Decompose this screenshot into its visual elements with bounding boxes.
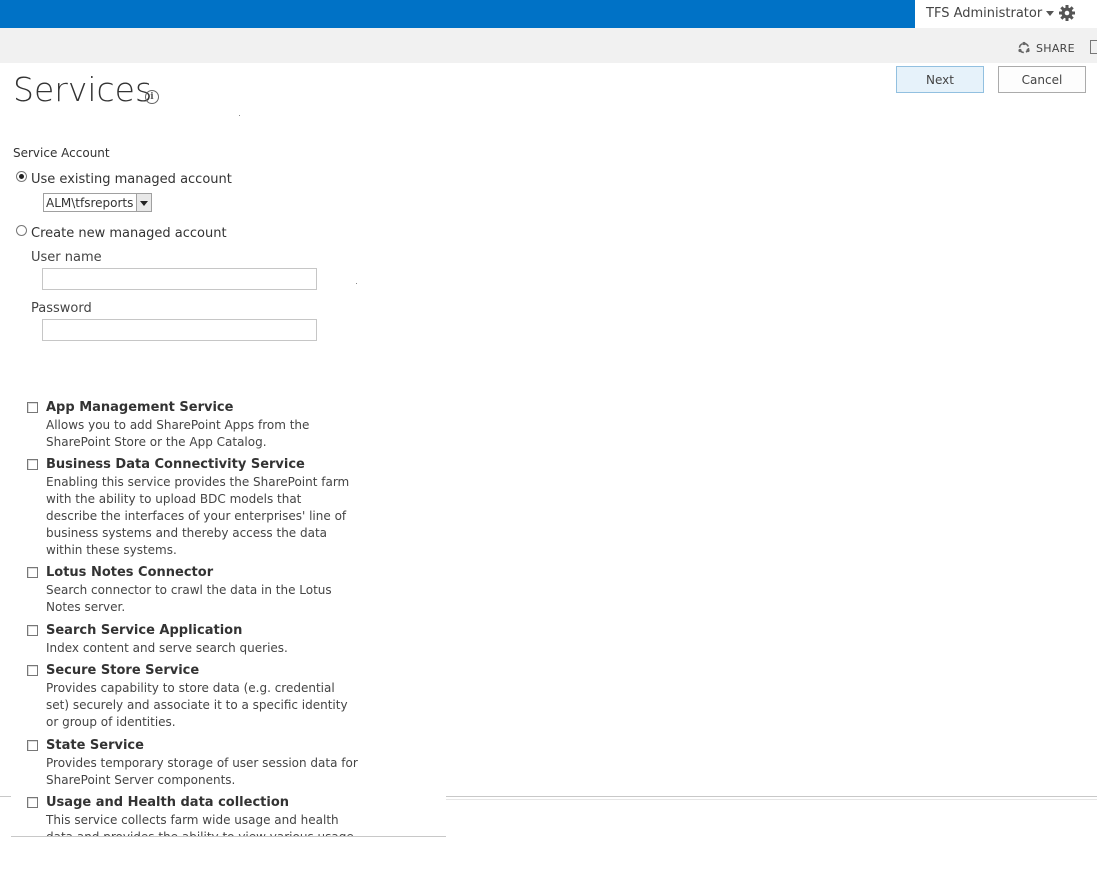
service-description: Search connector to crawl the data in th…	[46, 583, 332, 614]
ribbon-bar: SHARE	[0, 28, 1097, 63]
suite-bar	[0, 0, 915, 28]
create-new-label: Create new managed account	[31, 226, 227, 241]
service-title: Search Service Application	[46, 623, 243, 638]
divider	[11, 836, 446, 837]
services-list: App Management Service Allows you to add…	[0, 390, 447, 836]
gear-icon[interactable]	[1058, 4, 1076, 26]
service-title: App Management Service	[46, 400, 234, 415]
use-existing-label: Use existing managed account	[31, 172, 232, 187]
info-icon[interactable]: i	[145, 90, 159, 104]
focus-content-icon[interactable]	[1090, 40, 1097, 54]
divider	[446, 796, 1097, 800]
next-button[interactable]: Next	[896, 66, 984, 93]
password-label: Password	[31, 301, 92, 316]
service-checkbox[interactable]	[27, 567, 38, 578]
service-description: Provides capability to store data (e.g. …	[46, 681, 348, 729]
service-title: State Service	[46, 738, 144, 753]
divider	[0, 796, 11, 799]
user-menu[interactable]: TFS Administrator	[926, 6, 1055, 21]
username-input[interactable]	[42, 268, 317, 290]
service-description: Index content and serve search queries.	[46, 641, 288, 655]
stray-dot	[356, 283, 357, 284]
service-description: Provides temporary storage of user sessi…	[46, 756, 358, 787]
service-checkbox[interactable]	[27, 625, 38, 636]
stray-dot	[239, 115, 240, 116]
create-new-radio[interactable]	[16, 225, 27, 236]
cancel-button[interactable]: Cancel	[998, 66, 1086, 93]
service-description: Enabling this service provides the Share…	[46, 475, 350, 557]
share-button[interactable]: SHARE	[1017, 41, 1075, 55]
selected-account: ALM\tfsreports	[46, 196, 134, 210]
service-title: Lotus Notes Connector	[46, 565, 214, 580]
use-existing-radio[interactable]	[16, 171, 27, 182]
service-checkbox[interactable]	[27, 459, 38, 470]
password-input[interactable]	[42, 319, 317, 341]
page-title: Services	[13, 70, 153, 109]
caret-down-icon	[1046, 11, 1055, 16]
share-icon	[1018, 41, 1030, 54]
service-checkbox[interactable]	[27, 740, 38, 751]
service-checkbox[interactable]	[27, 797, 38, 808]
managed-account-select[interactable]: ALM\tfsreports	[43, 193, 152, 212]
service-description: This service collects farm wide usage an…	[46, 813, 354, 836]
username-label: User name	[31, 250, 102, 265]
service-title: Secure Store Service	[46, 663, 200, 678]
user-bar: TFS Administrator	[915, 0, 1097, 28]
service-checkbox[interactable]	[27, 402, 38, 413]
service-account-label: Service Account	[13, 146, 110, 160]
chevron-down-icon[interactable]	[136, 194, 151, 211]
service-title: Usage and Health data collection	[46, 795, 290, 810]
service-title: Business Data Connectivity Service	[46, 457, 305, 472]
service-description: Allows you to add SharePoint Apps from t…	[46, 418, 310, 449]
service-checkbox[interactable]	[27, 665, 38, 676]
